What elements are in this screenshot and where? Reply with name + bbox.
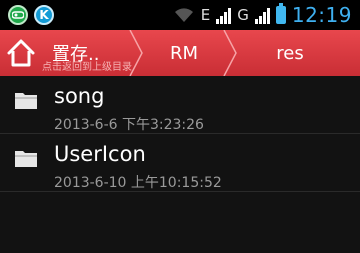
file-name: song	[54, 84, 105, 108]
home-icon[interactable]	[4, 36, 38, 70]
wifi-icon	[174, 8, 193, 22]
divider	[0, 191, 360, 192]
file-modified-date: 2013-6-6 下午3:23:26	[54, 117, 204, 133]
file-modified-date: 2013-6-10 上午10:15:52	[54, 175, 222, 191]
breadcrumb-separator-icon	[223, 30, 237, 76]
network-type-primary: E	[200, 6, 211, 24]
folder-icon	[15, 93, 37, 109]
file-list: song 2013-6-6 下午3:23:26 UserIcon 2013-6-…	[0, 76, 360, 192]
status-bar: K E G 12:19	[0, 0, 360, 30]
list-item[interactable]: song 2013-6-6 下午3:23:26	[0, 76, 360, 134]
network-type-secondary: G	[237, 6, 249, 24]
clock: 12:19	[291, 3, 352, 27]
breadcrumb: 置存.. 点击返回到上级目录 RM res	[0, 30, 360, 76]
list-item[interactable]: UserIcon 2013-6-10 上午10:15:52	[0, 134, 360, 192]
signal-strength-icon	[216, 6, 232, 24]
signal-strength-sim2-icon	[254, 6, 270, 24]
app-notification-icon	[8, 5, 28, 25]
breadcrumb-separator-icon	[129, 30, 143, 76]
breadcrumb-item-res[interactable]: res	[240, 30, 340, 76]
k-app-notification-icon: K	[34, 5, 54, 25]
folder-icon	[15, 151, 37, 167]
breadcrumb-parent-hint: 点击返回到上级目录	[42, 62, 132, 73]
battery-icon	[275, 3, 286, 24]
file-name: UserIcon	[54, 142, 146, 166]
breadcrumb-item-rm[interactable]: RM	[146, 30, 222, 76]
